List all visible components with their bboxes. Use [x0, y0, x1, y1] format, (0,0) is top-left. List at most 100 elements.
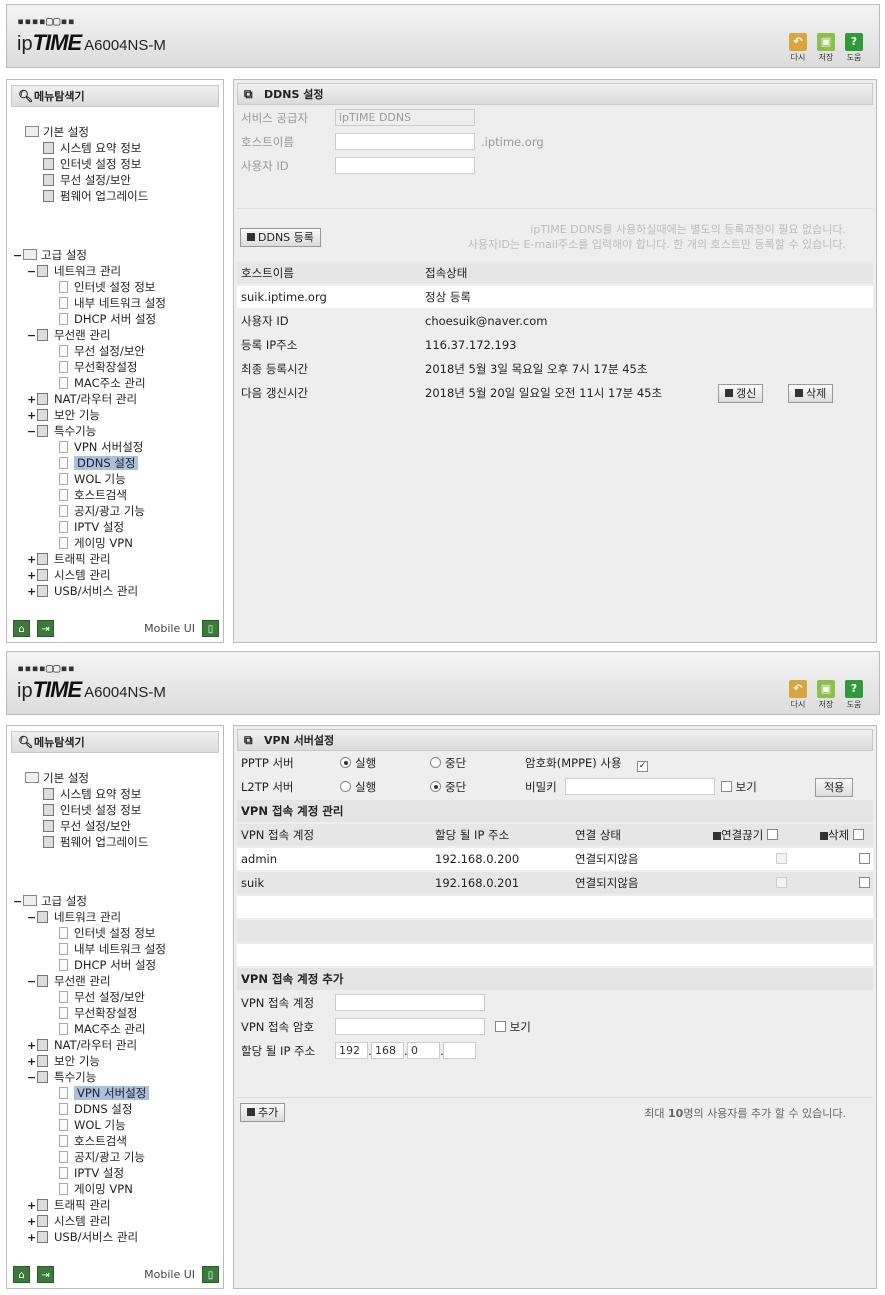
save-button[interactable]: ▣ 저장 — [815, 33, 837, 63]
tree-item[interactable]: 인터넷 설정 정보 — [43, 156, 141, 172]
tree-item[interactable]: DHCP 서버 설정 — [59, 311, 156, 327]
tree-special[interactable]: − 특수기능 — [27, 423, 96, 439]
tree-network[interactable]: − 네트워크 관리 — [27, 263, 121, 279]
delete-all-checkbox[interactable] — [852, 829, 864, 840]
tree-nat[interactable]: + NAT/라우터 관리 — [27, 1037, 137, 1053]
tree-usb[interactable]: + USB/서비스 관리 — [27, 1229, 138, 1245]
tree-network[interactable]: − 네트워크 관리 — [27, 909, 121, 925]
tree-item[interactable]: 무선 설정/보안 — [59, 989, 145, 1005]
tree-item[interactable]: DDNS 설정 — [59, 1101, 132, 1117]
tree-item[interactable]: WOL 기능 — [59, 471, 126, 487]
tree-item[interactable]: 게이밍 VPN — [59, 1181, 133, 1197]
tree-nat[interactable]: + NAT/라우터 관리 — [27, 391, 137, 407]
tree-item[interactable]: VPN 서버설정 — [59, 439, 143, 455]
tree-item[interactable]: 무선 설정/보안 — [43, 818, 131, 834]
pptp-run-radio[interactable]: 실행 — [340, 752, 376, 774]
check-icon: ✓ — [637, 761, 648, 772]
tree-item[interactable]: 인터넷 설정 정보 — [43, 802, 141, 818]
delete-button[interactable]: 삭제 — [788, 384, 834, 403]
ip-octet-4-input[interactable] — [443, 1042, 476, 1059]
tree-item[interactable]: 호스트검색 — [59, 487, 127, 503]
tree-item[interactable]: 인터넷 설정 정보 — [59, 279, 155, 295]
tree-usb[interactable]: + USB/서비스 관리 — [27, 583, 138, 599]
tree-security[interactable]: + 보안 기능 — [27, 1053, 100, 1069]
tree-item[interactable]: 호스트검색 — [59, 1133, 127, 1149]
mppe-checkbox[interactable]: ✓ — [637, 752, 648, 774]
tree-system[interactable]: + 시스템 관리 — [27, 567, 111, 583]
monitor-icon — [43, 158, 54, 170]
ip-octet-2-input[interactable]: 168 — [371, 1042, 404, 1059]
max-users-notice: 최대 10명의 사용자를 추가 할 수 있습니다. — [644, 1107, 846, 1120]
mobile-ui-button[interactable]: ▯ — [202, 620, 219, 637]
page-icon — [59, 1135, 68, 1147]
ip-octet-3-input[interactable]: 0 — [407, 1042, 440, 1059]
tree-item[interactable]: 인터넷 설정 정보 — [59, 925, 155, 941]
help-button[interactable]: ? 도움 — [843, 680, 865, 710]
secret-key-input[interactable] — [565, 778, 715, 795]
tree-item[interactable]: MAC주소 관리 — [59, 1021, 146, 1037]
delete-checkbox[interactable] — [859, 853, 870, 864]
undo-button[interactable]: ↶ 다시 — [787, 33, 809, 63]
detail-row: 등록 IP주소 116.37.172.193 — [241, 338, 517, 352]
delete-checkbox[interactable] — [859, 877, 870, 888]
show-secret-checkbox[interactable]: 보기 — [721, 776, 757, 798]
ddns-register-button[interactable]: DDNS 등록 — [240, 228, 321, 247]
logout-button[interactable]: ⇥ — [37, 620, 54, 637]
mobile-ui-link[interactable]: Mobile UI — [144, 1268, 195, 1281]
page-icon — [59, 959, 68, 971]
tree-traffic[interactable]: + 트래픽 관리 — [27, 551, 111, 567]
page-icon — [59, 345, 68, 357]
tree-advanced[interactable]: − 고급 설정 — [13, 247, 87, 263]
tree-item[interactable]: 무선확장설정 — [59, 1005, 137, 1021]
tree-item-selected[interactable]: DDNS 설정 — [59, 455, 139, 471]
tree-item[interactable]: DHCP 서버 설정 — [59, 957, 156, 973]
apply-button[interactable]: 적용 — [815, 778, 854, 797]
tree-basic[interactable]: 기본 설정 — [25, 770, 89, 786]
tree-item[interactable]: 내부 네트워크 설정 — [59, 941, 166, 957]
tree-item[interactable]: 시스템 요약 정보 — [43, 786, 141, 802]
tree-special[interactable]: − 특수기능 — [27, 1069, 96, 1085]
l2tp-stop-radio[interactable]: 중단 — [430, 776, 466, 798]
renew-button[interactable]: 갱신 — [718, 384, 764, 403]
tree-wireless[interactable]: − 무선랜 관리 — [27, 973, 111, 989]
home-button[interactable]: ⌂ — [13, 1266, 30, 1283]
disconnect-all-checkbox[interactable] — [766, 829, 778, 840]
user-id-input[interactable] — [335, 157, 475, 174]
tree-item[interactable]: IPTV 설정 — [59, 519, 124, 535]
tree-wireless[interactable]: − 무선랜 관리 — [27, 327, 111, 343]
tree-security[interactable]: + 보안 기능 — [27, 407, 100, 423]
mobile-ui-button[interactable]: ▯ — [202, 1266, 219, 1283]
tree-item[interactable]: 무선확장설정 — [59, 359, 137, 375]
tree-item[interactable]: 공지/광고 기능 — [59, 1149, 145, 1165]
tree-item[interactable]: MAC주소 관리 — [59, 375, 146, 391]
save-button[interactable]: ▣ 저장 — [815, 680, 837, 710]
undo-button[interactable]: ↶ 다시 — [787, 680, 809, 710]
add-account-button[interactable]: 추가 — [240, 1103, 286, 1122]
l2tp-run-radio[interactable]: 실행 — [340, 776, 376, 798]
tree-item[interactable]: IPTV 설정 — [59, 1165, 124, 1181]
home-button[interactable]: ⌂ — [13, 620, 30, 637]
tree-traffic[interactable]: + 트래픽 관리 — [27, 1197, 111, 1213]
tree-item[interactable]: 펌웨어 업그레이드 — [43, 188, 148, 204]
tree-item[interactable]: 펌웨어 업그레이드 — [43, 834, 148, 850]
tree-item[interactable]: 무선 설정/보안 — [59, 343, 145, 359]
show-password-checkbox[interactable]: 보기 — [495, 1016, 531, 1038]
tree-system[interactable]: + 시스템 관리 — [27, 1213, 111, 1229]
tree-item[interactable]: 시스템 요약 정보 — [43, 140, 141, 156]
pptp-stop-radio[interactable]: 중단 — [430, 752, 466, 774]
tree-item[interactable]: 무선 설정/보안 — [43, 172, 131, 188]
help-button[interactable]: ? 도움 — [843, 33, 865, 63]
tree-advanced[interactable]: − 고급 설정 — [13, 893, 87, 909]
logout-button[interactable]: ⇥ — [37, 1266, 54, 1283]
tree-basic[interactable]: 기본 설정 — [25, 124, 89, 140]
tree-item[interactable]: 게이밍 VPN — [59, 535, 133, 551]
new-account-input[interactable] — [335, 994, 485, 1011]
ip-octet-1-input[interactable]: 192 — [335, 1042, 368, 1059]
tree-item[interactable]: 공지/광고 기능 — [59, 503, 145, 519]
hostname-input[interactable] — [335, 133, 475, 150]
tree-item-selected[interactable]: VPN 서버설정 — [59, 1085, 150, 1101]
new-password-input[interactable] — [335, 1018, 485, 1035]
tree-item[interactable]: 내부 네트워크 설정 — [59, 295, 166, 311]
tree-item[interactable]: WOL 기능 — [59, 1117, 126, 1133]
mobile-ui-link[interactable]: Mobile UI — [144, 622, 195, 635]
